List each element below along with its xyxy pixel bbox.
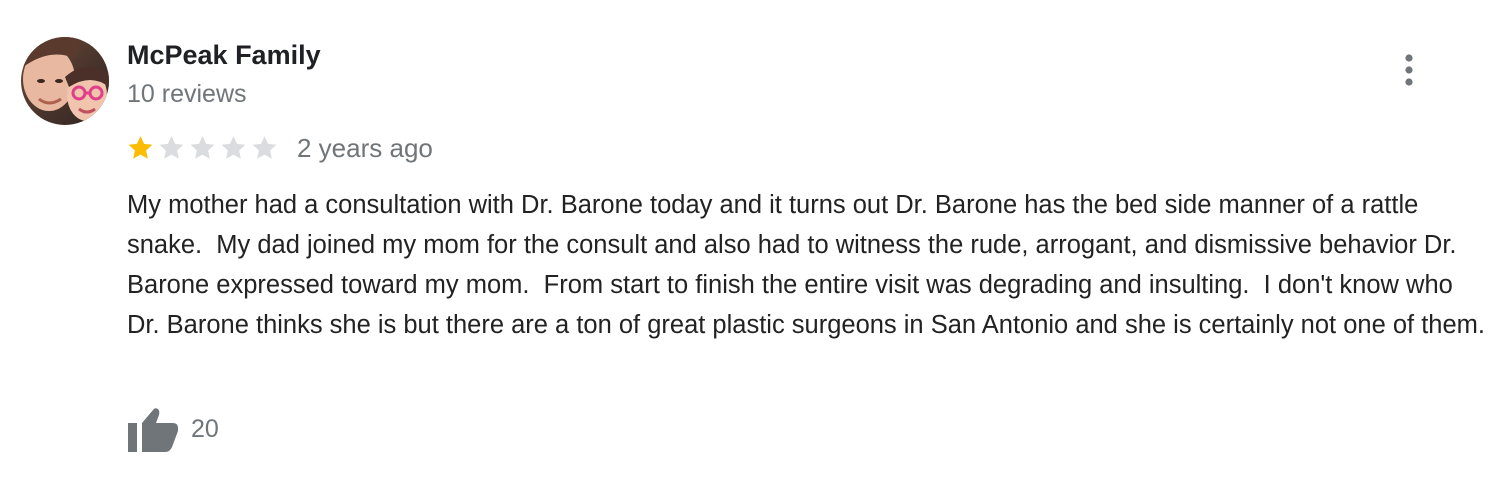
star-empty-icon	[159, 136, 184, 159]
avatar-photo	[21, 37, 109, 125]
star-empty-icon	[190, 136, 215, 159]
author-name[interactable]: McPeak Family	[127, 38, 321, 72]
rating-row: 2 years ago	[125, 130, 433, 166]
review-card: McPeak Family 10 reviews 2 years ago My …	[0, 0, 1499, 481]
like-row: 20	[127, 404, 219, 454]
review-text: My mother had a consultation with Dr. Ba…	[127, 191, 1485, 339]
author-review-count: 10 reviews	[127, 80, 247, 108]
review-date: 2 years ago	[297, 132, 433, 163]
star-empty-icon	[252, 136, 277, 159]
star-rating	[125, 133, 280, 163]
more-options-button[interactable]	[1390, 52, 1428, 96]
thumbs-up-icon[interactable]	[127, 405, 179, 453]
more-vert-icon	[1405, 54, 1413, 86]
star-empty-icon	[221, 136, 246, 159]
star-filled-icon	[128, 136, 153, 159]
avatar[interactable]	[21, 37, 109, 125]
like-count: 20	[191, 414, 219, 443]
